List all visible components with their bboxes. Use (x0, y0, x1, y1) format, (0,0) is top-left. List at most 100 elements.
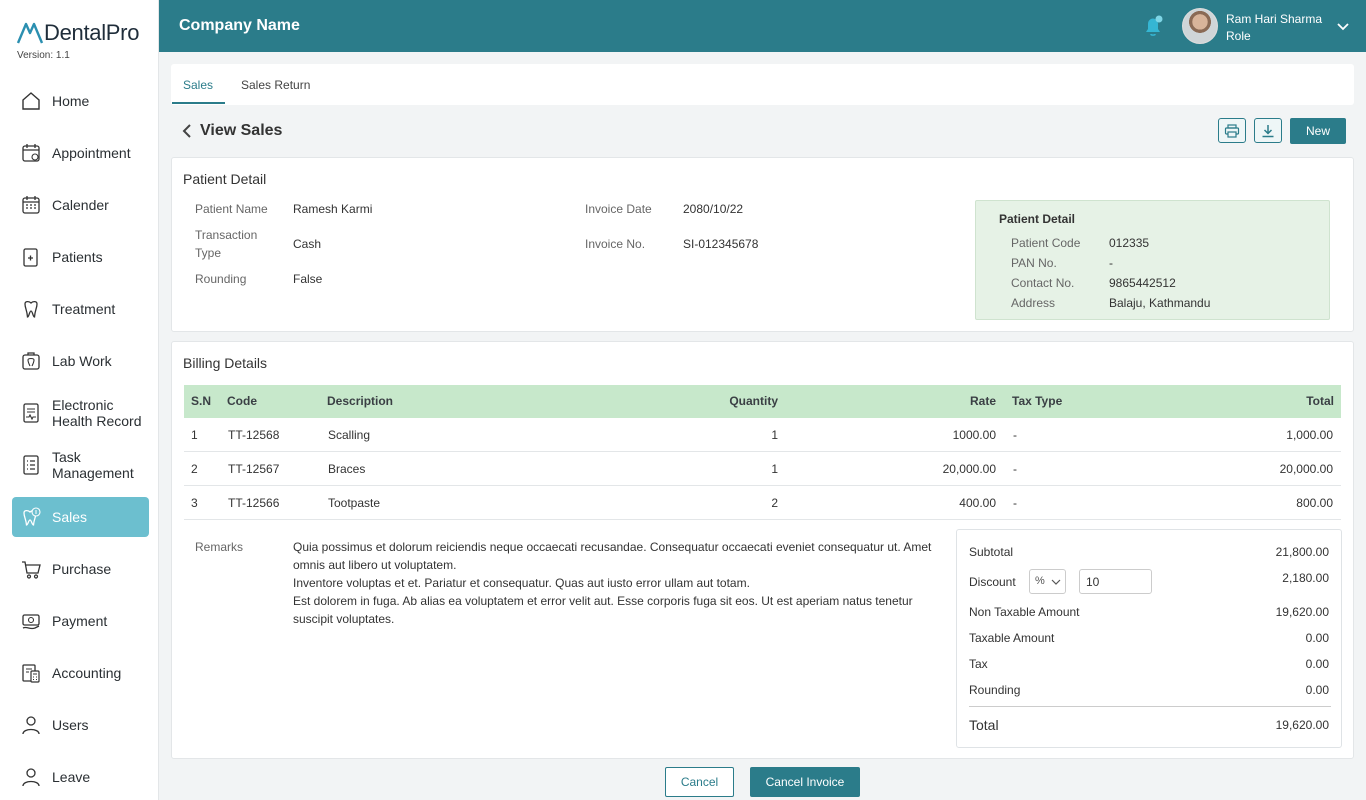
sidebar-item-label: Leave (52, 769, 91, 785)
cell-tax-type: - (1013, 428, 1017, 442)
download-icon (1262, 124, 1274, 137)
sidebar-item-purchase[interactable]: Purchase (12, 549, 149, 589)
invoice-date-value: 2080/10/22 (683, 202, 744, 216)
column-header: Description (327, 394, 394, 408)
sidebar-item-label: Home (52, 93, 90, 109)
summary-divider (969, 706, 1331, 707)
back-chevron-icon[interactable] (180, 123, 194, 139)
chevron-down-icon[interactable] (1335, 18, 1351, 34)
tab-bar: Sales Sales Return (171, 64, 1354, 105)
active-tab-indicator (172, 102, 225, 104)
sidebar-item-label: Electronic Health Record (52, 397, 142, 429)
non-taxable-label: Non Taxable Amount (969, 605, 1080, 619)
patient-detail-title: Patient Detail (183, 171, 267, 187)
sidebar-item-calender[interactable]: Calender (12, 185, 149, 225)
table-row[interactable]: 1 TT-12568 Scalling 1 1000.00 - 1,000.00 (184, 418, 1341, 452)
download-button[interactable] (1254, 118, 1282, 143)
sidebar-item-home[interactable]: Home (12, 81, 149, 121)
company-name: Company Name (179, 17, 300, 34)
page-title: View Sales (200, 122, 283, 139)
logo: DentalPro (16, 20, 139, 46)
sidebar-item-appointment[interactable]: Appointment (12, 133, 149, 173)
new-button[interactable]: New (1290, 118, 1346, 144)
notification-bell-icon[interactable] (1141, 14, 1165, 38)
logo-mark-icon (16, 22, 44, 44)
pan-value: - (1109, 256, 1113, 270)
patients-icon (23, 248, 38, 267)
sidebar-item-label: Payment (52, 613, 108, 629)
column-header: Quantity (729, 394, 778, 408)
cell-rate: 20,000.00 (942, 462, 996, 476)
cell-code: TT-12566 (228, 496, 280, 510)
sidebar-item-sales[interactable]: Sales (12, 497, 149, 537)
total-value: 19,620.00 (1275, 718, 1329, 732)
tab-sales-return[interactable]: Sales Return (241, 78, 310, 92)
sidebar-item-label: Accounting (52, 665, 122, 681)
cell-total: 800.00 (1296, 496, 1333, 510)
invoice-no-label: Invoice No. (585, 237, 646, 251)
invoice-no-value: SI-012345678 (683, 237, 759, 251)
total-label: Total (969, 717, 999, 733)
cell-quantity: 1 (771, 462, 778, 476)
print-button[interactable] (1218, 118, 1246, 143)
cell-quantity: 1 (771, 428, 778, 442)
cell-quantity: 2 (771, 496, 778, 510)
sidebar-item-treatment[interactable]: Treatment (12, 289, 149, 329)
sidebar-item-label: Calender (52, 197, 109, 213)
cancel-invoice-button[interactable]: Cancel Invoice (750, 767, 860, 797)
table-row[interactable]: 3 TT-12566 Tootpaste 2 400.00 - 800.00 (184, 486, 1341, 520)
avatar[interactable] (1182, 8, 1218, 44)
contact-value: 9865442512 (1109, 276, 1176, 290)
lab-work-icon (22, 352, 40, 370)
task-icon (23, 455, 39, 475)
accounting-icon (22, 664, 40, 683)
discount-input[interactable]: 10 (1079, 569, 1152, 594)
discount-type-select[interactable]: % (1029, 569, 1066, 594)
cell-rate: 400.00 (959, 496, 996, 510)
sidebar-item-leave[interactable]: Leave (12, 757, 149, 797)
cell-description: Braces (328, 462, 366, 476)
sidebar-item-patients[interactable]: Patients (12, 237, 149, 277)
taxable-value: 0.00 (1305, 631, 1329, 645)
column-header: Tax Type (1012, 394, 1063, 408)
cell-tax-type: - (1013, 496, 1017, 510)
remarks-label: Remarks (195, 540, 244, 554)
sidebar-item-label: Lab Work (52, 353, 112, 369)
user-name: Ram Hari Sharma (1226, 12, 1323, 26)
cell-tax-type: - (1013, 462, 1017, 476)
tab-sales[interactable]: Sales (183, 78, 213, 92)
remarks-text: Quia possimus et dolorum reiciendis nequ… (293, 540, 932, 626)
tax-value: 0.00 (1305, 657, 1329, 671)
sidebar-item-label: Purchase (52, 561, 112, 577)
version-label: Version: 1.1 (17, 50, 70, 61)
billing-table-header: S.N Code Description Quantity Rate Tax T… (184, 385, 1341, 418)
cell-code: TT-12567 (228, 462, 280, 476)
sidebar-item-label: Task Management (52, 449, 134, 481)
cell-sn: 3 (191, 496, 198, 510)
home-icon (22, 92, 40, 110)
transaction-type-value: Cash (293, 237, 322, 251)
sidebar-item-accounting[interactable]: Accounting (12, 653, 149, 693)
column-header: Total (1306, 394, 1334, 408)
sidebar-item-label: Sales (52, 509, 88, 525)
invoice-summary: Subtotal 21,800.00 Discount % 10 2,180.0… (956, 529, 1342, 748)
sidebar-item-lab-work[interactable]: Lab Work (12, 341, 149, 381)
rounding-summary-label: Rounding (969, 683, 1021, 697)
sidebar-item-ehr[interactable]: Electronic Health Record (12, 393, 149, 433)
discount-value: 2,180.00 (1282, 571, 1329, 585)
patient-code-label: Patient Code (1011, 236, 1081, 250)
address-value: Balaju, Kathmandu (1109, 296, 1211, 310)
printer-icon (1224, 123, 1240, 138)
cancel-button[interactable]: Cancel (665, 767, 734, 797)
sidebar-item-task-management[interactable]: Task Management (12, 445, 149, 485)
user-icon (22, 716, 40, 735)
sidebar-item-label: Treatment (52, 301, 116, 317)
sidebar-item-label: Users (52, 717, 89, 733)
sidebar-item-payment[interactable]: Payment (12, 601, 149, 641)
logo-text: DentalPro (44, 20, 140, 45)
user-info[interactable]: Ram Hari Sharma Role (1226, 11, 1322, 45)
table-row[interactable]: 2 TT-12567 Braces 1 20,000.00 - 20,000.0… (184, 452, 1341, 486)
sidebar-item-users[interactable]: Users (12, 705, 149, 745)
column-header: S.N (191, 394, 212, 408)
sidebar: DentalPro Version: 1.1 Home Appointment … (0, 0, 159, 800)
